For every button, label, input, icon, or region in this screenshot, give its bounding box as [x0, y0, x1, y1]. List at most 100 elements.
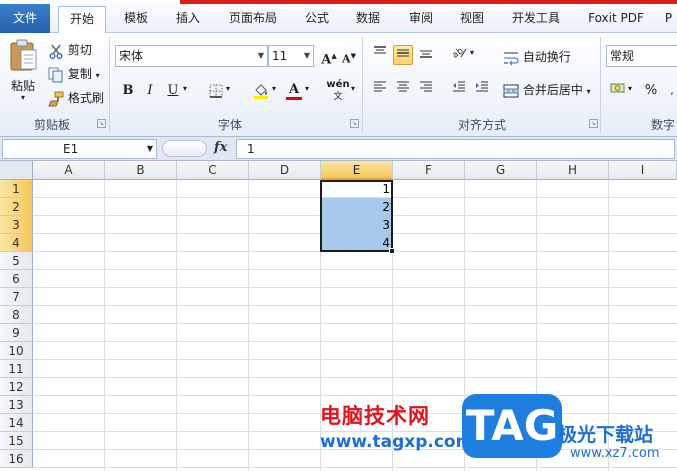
bold-button[interactable]: B — [118, 81, 138, 101]
row-header-14[interactable]: 14 — [0, 414, 33, 432]
row-header-9[interactable]: 9 — [0, 324, 33, 342]
wrap-text-label: 自动换行 — [522, 50, 571, 64]
cut-button[interactable]: 剪切 — [48, 41, 92, 59]
clipboard-group-label: 剪贴板 — [33, 118, 70, 132]
decrease-indent-button[interactable] — [449, 80, 469, 100]
column-header-i[interactable]: I — [609, 161, 677, 180]
font-color-swatch — [286, 97, 302, 100]
column-header-e[interactable]: E — [321, 161, 393, 180]
accounting-dropdown-icon[interactable]: ▾ — [628, 84, 632, 93]
watermark-site-url: www.xz7.com — [570, 446, 660, 461]
alignment-launcher-icon[interactable]: ↘ — [589, 119, 598, 128]
tab-home[interactable]: 开始 — [58, 6, 106, 34]
format-painter-button[interactable]: 格式刷 — [48, 89, 104, 107]
clipboard-launcher-icon[interactable]: ↘ — [97, 119, 106, 128]
merge-center-button[interactable]: 合并后居中 ▾ — [503, 81, 591, 99]
tag-logo: TAG — [462, 394, 562, 458]
column-header-b[interactable]: B — [105, 161, 177, 180]
phonetic-button[interactable]: wén 文 — [326, 79, 350, 102]
tab-template[interactable]: 模板 — [113, 6, 159, 33]
formula-input[interactable]: 1 — [236, 139, 675, 159]
row-header-6[interactable]: 6 — [0, 270, 33, 288]
wrap-text-button[interactable]: 自动换行 — [503, 48, 571, 66]
borders-dropdown-icon[interactable]: ▾ — [226, 84, 230, 93]
phonetic-dropdown-icon[interactable]: ▾ — [351, 84, 355, 93]
fill-handle[interactable] — [389, 248, 395, 254]
row-header-7[interactable]: 7 — [0, 288, 33, 306]
paste-button[interactable]: 粘贴 ▾ — [6, 39, 40, 102]
accounting-format-button[interactable] — [608, 81, 628, 101]
formula-bar-splitter[interactable] — [162, 140, 207, 157]
tab-file[interactable]: 文件 — [0, 4, 50, 33]
font-launcher-icon[interactable]: ↘ — [350, 119, 359, 128]
tab-review[interactable]: 审阅 — [400, 6, 442, 33]
fill-color-dropdown-icon[interactable]: ▾ — [272, 84, 276, 93]
tab-data[interactable]: 数据 — [347, 6, 389, 33]
align-right-button[interactable] — [416, 80, 436, 100]
alignment-group-label: 对齐方式 — [457, 118, 506, 132]
tab-formulas[interactable]: 公式 — [296, 6, 338, 33]
tab-foxit-pdf[interactable]: Foxit PDF — [580, 6, 652, 33]
font-color-button[interactable]: A — [284, 80, 304, 100]
align-middle-icon — [397, 49, 409, 57]
underline-dropdown-icon[interactable]: ▾ — [183, 84, 187, 93]
font-color-dropdown-icon[interactable]: ▾ — [305, 84, 309, 93]
increase-indent-button[interactable] — [472, 80, 492, 100]
row-header-2[interactable]: 2 — [0, 198, 33, 216]
clipboard-icon — [10, 39, 37, 71]
align-top-button[interactable] — [370, 45, 390, 65]
grow-font-button[interactable]: A▲ — [319, 46, 339, 67]
tab-page-layout[interactable]: 页面布局 — [220, 6, 286, 33]
row-header-5[interactable]: 5 — [0, 252, 33, 270]
select-all-corner[interactable] — [0, 161, 33, 180]
name-box[interactable]: E1 ▼ — [2, 139, 157, 159]
align-left-button[interactable] — [370, 80, 390, 100]
column-header-c[interactable]: C — [177, 161, 249, 180]
paste-label: 粘贴 — [10, 79, 35, 93]
column-header-d[interactable]: D — [249, 161, 321, 180]
tab-view[interactable]: 视图 — [451, 6, 493, 33]
gridline — [33, 341, 677, 342]
comma-style-button[interactable]: , — [662, 81, 677, 101]
shrink-font-button[interactable]: A▼ — [339, 46, 359, 66]
row-header-1[interactable]: 1 — [0, 180, 33, 198]
font-group-label: 字体 — [217, 118, 242, 132]
ribbon: 粘贴 ▾ 剪切 复制 ▾ 格式刷 剪贴板 ↘ 宋体 ▼ 11 ▼ A▲ A▼ B… — [0, 33, 677, 137]
column-header-g[interactable]: G — [465, 161, 537, 180]
column-header-a[interactable]: A — [33, 161, 105, 180]
percent-button[interactable]: % — [641, 81, 661, 101]
borders-button[interactable] — [206, 81, 226, 101]
row-header-3[interactable]: 3 — [0, 216, 33, 234]
font-size-combo[interactable]: 11 ▼ — [268, 45, 314, 67]
align-middle-button[interactable] — [393, 45, 413, 65]
italic-button[interactable]: I — [140, 81, 160, 101]
currency-icon — [610, 83, 625, 93]
column-header-f[interactable]: F — [393, 161, 465, 180]
tab-more[interactable]: P — [660, 6, 677, 33]
number-format-combo[interactable]: 常规 — [606, 45, 677, 67]
row-header-16[interactable]: 16 — [0, 450, 33, 468]
row-header-15[interactable]: 15 — [0, 432, 33, 450]
tab-insert[interactable]: 插入 — [165, 6, 211, 33]
underline-button[interactable]: U — [163, 81, 183, 101]
font-name-combo[interactable]: 宋体 ▼ — [115, 45, 268, 67]
orientation-button[interactable]: ab — [449, 45, 469, 65]
row-header-4[interactable]: 4 — [0, 234, 33, 252]
row-header-8[interactable]: 8 — [0, 306, 33, 324]
tab-developer[interactable]: 开发工具 — [504, 6, 568, 33]
row-header-13[interactable]: 13 — [0, 396, 33, 414]
row-header-10[interactable]: 10 — [0, 342, 33, 360]
fill-color-button[interactable] — [251, 81, 271, 101]
chevron-down-icon: ▼ — [257, 51, 264, 60]
align-center-button[interactable] — [393, 80, 413, 100]
row-header-11[interactable]: 11 — [0, 360, 33, 378]
copy-button[interactable]: 复制 ▾ — [48, 65, 100, 83]
column-header-h[interactable]: H — [537, 161, 609, 180]
watermark-title: 电脑技术网 — [320, 404, 430, 428]
gridline — [33, 305, 677, 306]
align-bottom-button[interactable] — [416, 45, 436, 65]
watermark-url: www.tagxp.com — [320, 432, 474, 452]
insert-function-icon[interactable]: fx — [214, 140, 227, 155]
row-header-12[interactable]: 12 — [0, 378, 33, 396]
orientation-dropdown-icon[interactable]: ▾ — [470, 48, 474, 57]
